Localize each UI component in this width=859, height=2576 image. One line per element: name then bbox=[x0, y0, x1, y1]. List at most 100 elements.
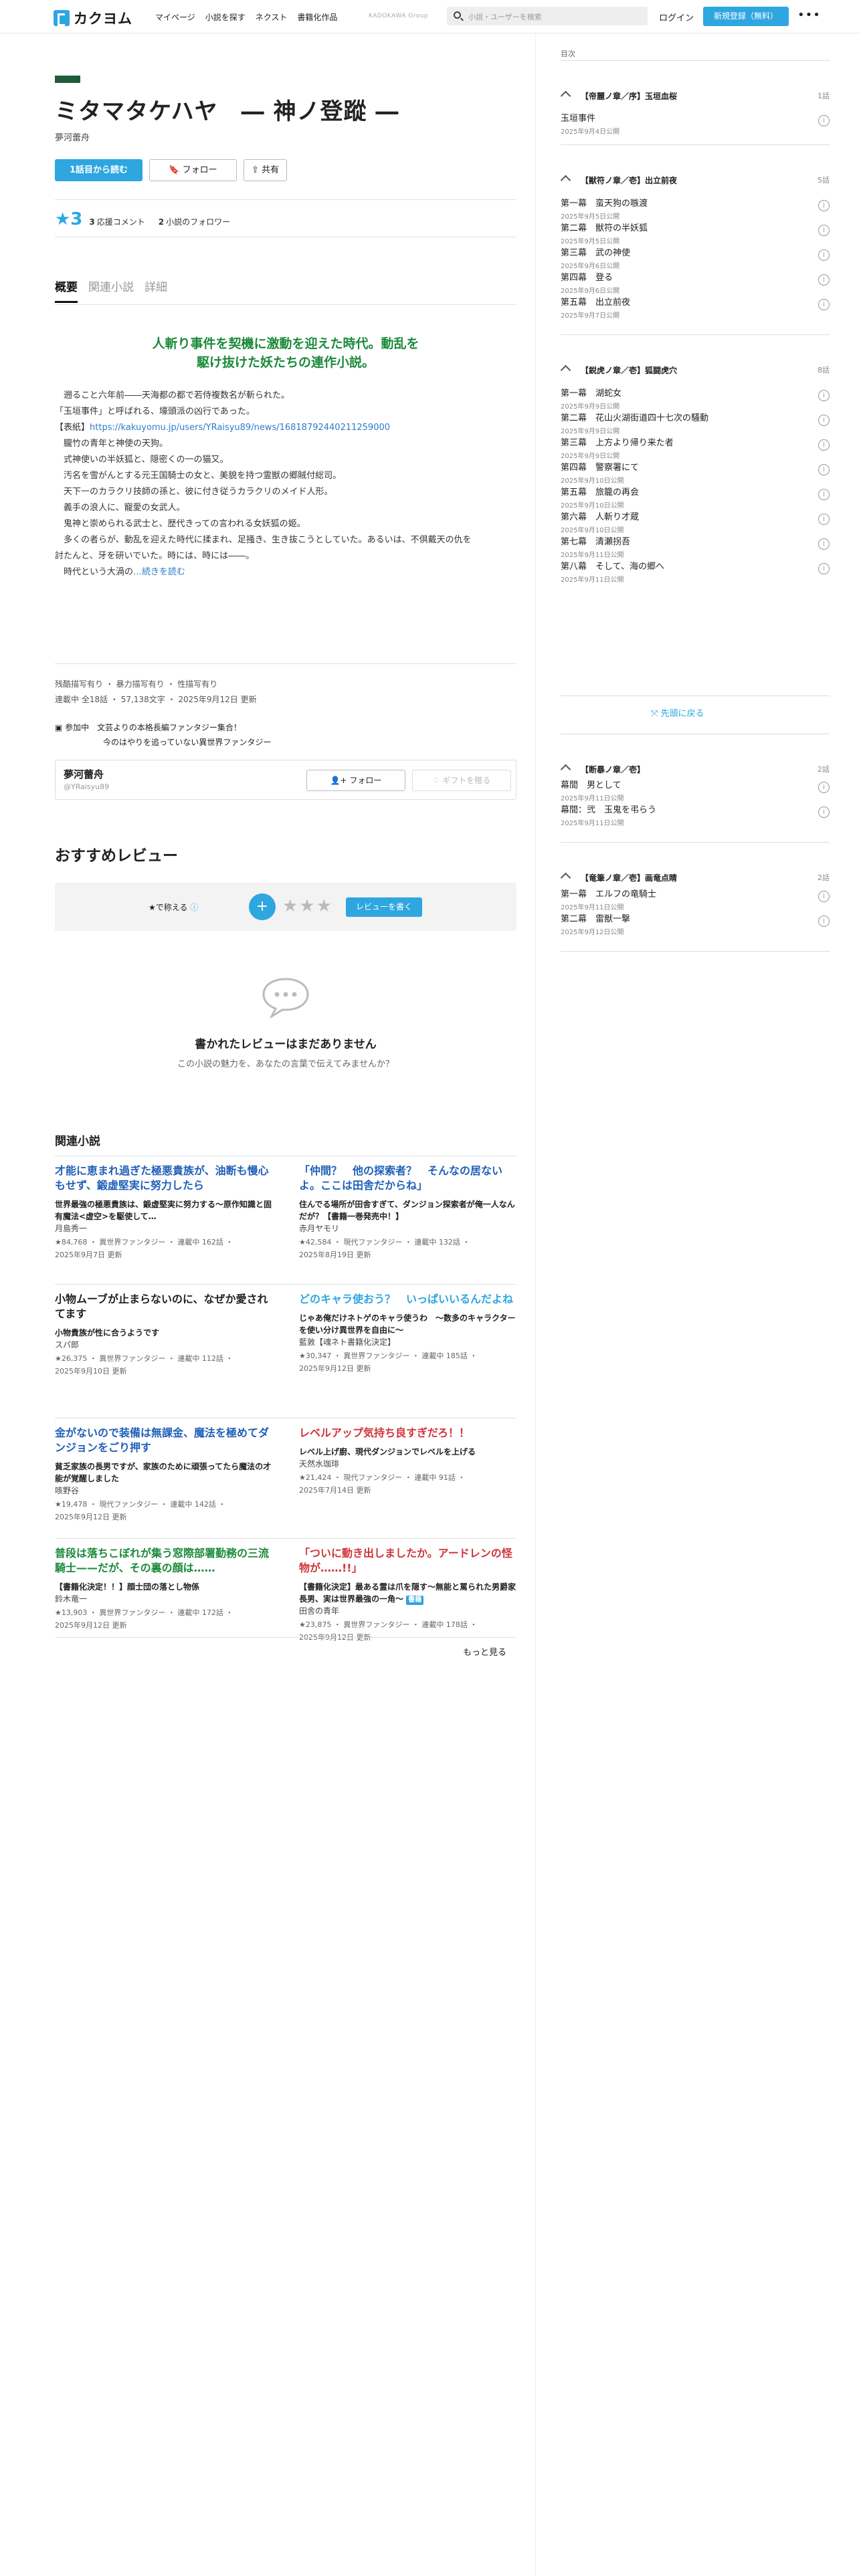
related-title[interactable]: 「ついに動き出しましたか。アードレンの怪物が……!!」 bbox=[299, 1546, 516, 1576]
chapter-header[interactable]: 【断暴ノ章／壱】 2話 bbox=[560, 762, 830, 778]
related-title[interactable]: 普段は落ちこぼれが集う窓際部署勤務の三流騎士——だが、その裏の顔は…… bbox=[55, 1546, 272, 1576]
tab-related[interactable]: 関連小説 bbox=[88, 278, 134, 303]
chevron-up-icon[interactable] bbox=[560, 872, 571, 883]
info-icon[interactable]: i bbox=[818, 415, 830, 426]
tab-details[interactable]: 詳細 bbox=[145, 278, 167, 303]
star-count[interactable]: ★3 bbox=[55, 209, 82, 229]
related-title[interactable]: 才能に恵まれ過ぎた極悪貴族が、油断も慢心もせず、鍛虚堅実に努力したら bbox=[55, 1164, 272, 1193]
info-icon[interactable]: i bbox=[818, 464, 830, 475]
info-icon[interactable]: i bbox=[818, 891, 830, 902]
episode-title[interactable]: 幕間：弐 玉鬼を弔らう bbox=[561, 802, 830, 815]
related-title[interactable]: 小物ムーブが止まらないのに、なぜか愛されてます bbox=[55, 1292, 272, 1321]
info-icon[interactable]: i bbox=[818, 439, 830, 451]
episode-title[interactable]: 第六幕 人斬り才蔵 bbox=[561, 510, 830, 522]
show-more-related[interactable]: もっと見る bbox=[463, 1645, 506, 1658]
follow-button[interactable]: 🔖 フォロー bbox=[149, 159, 237, 181]
info-icon[interactable]: i bbox=[818, 489, 830, 500]
read-first-button[interactable]: 1話目から読む bbox=[55, 159, 142, 181]
chevron-up-icon[interactable] bbox=[560, 90, 571, 102]
episode-title[interactable]: 第五幕 出立前夜 bbox=[561, 295, 830, 308]
related-author[interactable]: 鈴木竜一 bbox=[55, 1593, 272, 1605]
episode-item[interactable]: 第二幕 花山火湖街道四十七次の騒動 2025年9月9日公開 i bbox=[561, 411, 830, 435]
follower-label[interactable]: 小説のフォロワー bbox=[166, 216, 230, 227]
related-item[interactable]: 普段は落ちこぼれが集う窓際部署勤務の三流騎士——だが、その裏の顔は…… 【書籍化… bbox=[55, 1546, 272, 1632]
episode-title[interactable]: 第八幕 そして、海の郷へ bbox=[561, 559, 830, 572]
cover-link[interactable]: https://kakuyomu.jp/users/YRaisyu89/news… bbox=[90, 423, 390, 433]
author-name[interactable]: 夢河蕾舟 bbox=[64, 767, 104, 781]
info-icon[interactable]: i bbox=[818, 782, 830, 793]
related-item[interactable]: 「ついに動き出しましたか。アードレンの怪物が……!!」 【書籍化決定】最ある霊は… bbox=[299, 1546, 516, 1644]
related-author[interactable]: 咳野谷 bbox=[55, 1485, 272, 1497]
read-more-link[interactable]: …続きを読む bbox=[133, 567, 185, 577]
write-review-button[interactable]: レビューを書く bbox=[346, 897, 422, 917]
episode-title[interactable]: 第二幕 雷獣一撃 bbox=[561, 911, 830, 924]
info-icon[interactable]: i bbox=[818, 563, 830, 574]
group-label[interactable]: KADOKAWA Group bbox=[369, 13, 428, 19]
episode-item[interactable]: 第三幕 上方より帰り来た者 2025年9月9日公開 i bbox=[561, 435, 830, 460]
info-icon[interactable]: i bbox=[818, 249, 830, 261]
chapter-header[interactable]: 【獣符ノ章／壱】出立前夜 5話 bbox=[560, 173, 830, 189]
work-author[interactable]: 夢河蕾舟 bbox=[55, 130, 90, 143]
info-icon[interactable]: i bbox=[818, 299, 830, 310]
related-title[interactable]: 「仲間？ 他の探索者？ そんなの居ないよ。ここは田舎だからね」 bbox=[299, 1164, 516, 1193]
related-item[interactable]: 小物ムーブが止まらないのに、なぜか愛されてます 小物貴族が性に合うようです スパ… bbox=[55, 1292, 272, 1378]
search-input[interactable]: 小説・ユーザーを検索 bbox=[447, 7, 648, 25]
episode-item[interactable]: 第一幕 エルフの竜騎士 2025年9月11日公開 i bbox=[561, 887, 830, 911]
follow-author-button[interactable]: 👤+ フォロー bbox=[306, 770, 405, 791]
related-item[interactable]: 才能に恵まれ過ぎた極悪貴族が、油断も慢心もせず、鍛虚堅実に努力したら 世界最強の… bbox=[55, 1164, 272, 1261]
chapter-header[interactable]: 【帝麗ノ章／序】玉垣血桜 1話 bbox=[560, 88, 830, 104]
episode-item[interactable]: 第二幕 雷獣一撃 2025年9月12日公開 i bbox=[561, 911, 830, 936]
episode-item[interactable]: 第三幕 武の神使 2025年9月6日公開 i bbox=[561, 245, 830, 270]
more-menu-icon[interactable]: ••• bbox=[797, 9, 821, 21]
nav-next[interactable]: ネクスト bbox=[256, 11, 288, 23]
related-author[interactable]: 藍敦【魂ネト書籍化決定】 bbox=[299, 1336, 516, 1348]
chevron-up-icon[interactable] bbox=[560, 764, 571, 775]
info-icon[interactable]: i bbox=[818, 538, 830, 550]
related-item[interactable]: レベルアップ気持ち良すぎだろ！！ レベル上げ廚、現代ダンジョンでレベルを上げる … bbox=[299, 1426, 516, 1497]
info-icon[interactable]: i bbox=[818, 274, 830, 286]
rating-stars[interactable]: ★★★ bbox=[282, 896, 333, 916]
tab-overview[interactable]: 概要 bbox=[55, 278, 78, 303]
back-to-top-link[interactable]: ⤧ 先頭に戻る bbox=[651, 706, 704, 719]
signup-button[interactable]: 新規登録（無料） bbox=[703, 7, 789, 26]
info-icon[interactable]: i bbox=[818, 390, 830, 401]
info-icon[interactable]: i bbox=[818, 916, 830, 927]
related-item[interactable]: 金がないので装備は無課金、魔法を極めてダンジョンをごり押す 貧乏家族の長男ですが… bbox=[55, 1426, 272, 1523]
info-icon[interactable]: i bbox=[818, 200, 830, 211]
episode-title[interactable]: 第二幕 花山火湖街道四十七次の騒動 bbox=[561, 411, 830, 423]
work-title[interactable]: ミタマタケハヤ ― 神ノ登蹤 ― bbox=[55, 93, 399, 126]
info-icon[interactable]: i bbox=[818, 807, 830, 818]
related-author[interactable]: 田舎の青年 bbox=[299, 1605, 516, 1617]
episode-item[interactable]: 第一幕 湖蛇女 2025年9月9日公開 i bbox=[561, 386, 830, 411]
episode-item[interactable]: 第七幕 清瀬拐吾 2025年9月11日公開 i bbox=[561, 534, 830, 559]
episode-title[interactable]: 第三幕 武の神使 bbox=[561, 245, 830, 258]
chapter-header[interactable]: 【鋭虎ノ章／壱】狐闘虎穴 8話 bbox=[560, 362, 830, 379]
chapter-header[interactable]: 【竜筆ノ章／壱】画竜点睛 2話 bbox=[560, 870, 830, 886]
info-icon[interactable]: i bbox=[818, 514, 830, 525]
site-logo[interactable]: カクヨム bbox=[54, 8, 132, 28]
episode-title[interactable]: 第二幕 獣符の半妖狐 bbox=[561, 221, 830, 233]
nav-mypage[interactable]: マイページ bbox=[155, 11, 195, 23]
event-info[interactable]: ▣ 参加中 文芸よりの本格長編ファンタジー集合！ 今のはやりを追っていない異世界… bbox=[55, 720, 271, 750]
nav-published[interactable]: 書籍化作品 bbox=[297, 11, 337, 23]
episode-title[interactable]: 第一幕 エルフの竜騎士 bbox=[561, 887, 830, 899]
gift-button[interactable]: ♢ ギフトを贈る bbox=[412, 770, 511, 791]
cheer-label[interactable]: 応援コメント bbox=[97, 216, 145, 227]
episode-item[interactable]: 幕間：弐 玉鬼を弔らう 2025年9月11日公開 i bbox=[561, 802, 830, 827]
info-icon[interactable]: i bbox=[818, 225, 830, 236]
login-link[interactable]: ログイン bbox=[659, 11, 694, 23]
episode-item[interactable]: 第二幕 獣符の半妖狐 2025年9月5日公開 i bbox=[561, 221, 830, 245]
add-star-button[interactable]: + bbox=[249, 893, 276, 920]
episode-title[interactable]: 第四幕 警察署にて bbox=[561, 460, 830, 473]
episode-item[interactable]: 玉垣事件 2025年9月4日公開 i bbox=[561, 111, 830, 136]
episode-title[interactable]: 第四幕 登る bbox=[561, 270, 830, 283]
related-author[interactable]: 月島秀一 bbox=[55, 1222, 272, 1235]
related-item[interactable]: 「仲間？ 他の探索者？ そんなの居ないよ。ここは田舎だからね」 住んでる場所が田… bbox=[299, 1164, 516, 1261]
episode-title[interactable]: 第一幕 湖蛇女 bbox=[561, 386, 830, 399]
episode-item[interactable]: 第五幕 旅籠の再会 2025年9月10日公開 i bbox=[561, 485, 830, 510]
related-author[interactable]: 赤月ヤモリ bbox=[299, 1222, 516, 1235]
related-author[interactable]: 天然水珈琲 bbox=[299, 1458, 516, 1470]
episode-title[interactable]: 幕間 男として bbox=[561, 778, 830, 790]
episode-title[interactable]: 第七幕 清瀬拐吾 bbox=[561, 534, 830, 547]
nav-search-novels[interactable]: 小説を探す bbox=[205, 11, 246, 23]
